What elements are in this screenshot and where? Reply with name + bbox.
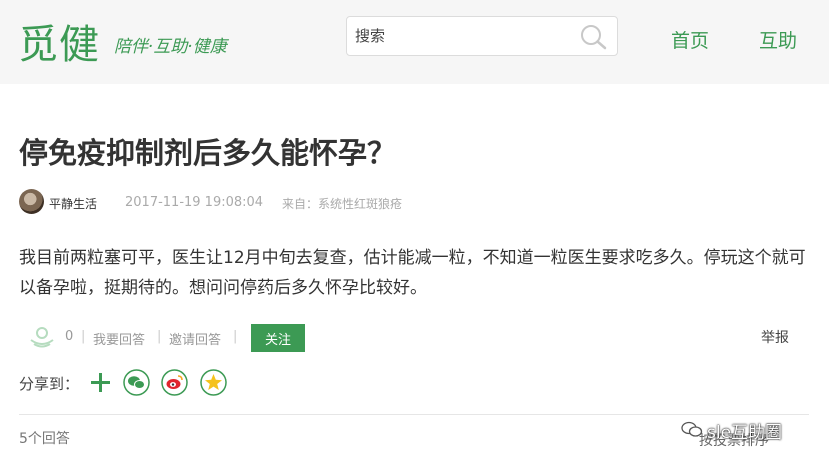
report-link[interactable]: 举报 <box>761 327 789 347</box>
nav-mutual-help[interactable]: 互助 <box>759 26 797 53</box>
wechat-icon[interactable] <box>123 369 150 396</box>
weibo-icon[interactable] <box>161 369 188 396</box>
search-box <box>346 16 618 56</box>
divider-bar: | <box>233 329 238 344</box>
follow-button[interactable]: 关注 <box>251 324 305 352</box>
divider-bar: | <box>157 329 162 344</box>
watermark-text: sle互助圈 <box>707 423 783 443</box>
post-source[interactable]: 来自：系统性红斑狼疮 <box>282 195 402 212</box>
question-content: 我目前两粒塞可平，医生让12月中旬去复查，估计能减一粒，不知道一粒医生要求吃多久… <box>19 248 806 298</box>
author-name[interactable]: 平静生活 <box>49 195 97 212</box>
question-title: 停免疫抑制剂后多久能怀孕？ <box>19 136 397 170</box>
like-count: 0 <box>65 329 74 344</box>
search-input[interactable] <box>347 17 575 55</box>
answer-count: 5个回答 <box>19 431 70 447</box>
search-icon[interactable] <box>579 24 607 50</box>
nav-home[interactable]: 首页 <box>671 26 709 53</box>
site-slogan: 陪伴·互助·健康 <box>114 37 227 57</box>
plus-icon[interactable] <box>87 369 114 396</box>
divider-bar: | <box>81 329 86 344</box>
author-avatar[interactable] <box>19 189 44 214</box>
invite-answer-link[interactable]: 邀请回答 <box>169 329 221 348</box>
post-time: 2017-11-19 19:08:04 <box>125 195 264 210</box>
question-actions: 0 | 我要回答 | 邀请回答 | 关注 举报 <box>19 322 809 352</box>
answer-link[interactable]: 我要回答 <box>93 329 145 348</box>
site-logo[interactable]: 觅健 <box>18 12 100 70</box>
top-bar: 觅健 陪伴·互助·健康 首页 互助 <box>0 0 829 84</box>
wechat-watermark-icon <box>681 421 703 437</box>
share-label: 分享到： <box>19 375 80 393</box>
qzone-icon[interactable] <box>200 369 227 396</box>
section-divider <box>19 414 809 415</box>
like-icon[interactable] <box>29 326 55 348</box>
